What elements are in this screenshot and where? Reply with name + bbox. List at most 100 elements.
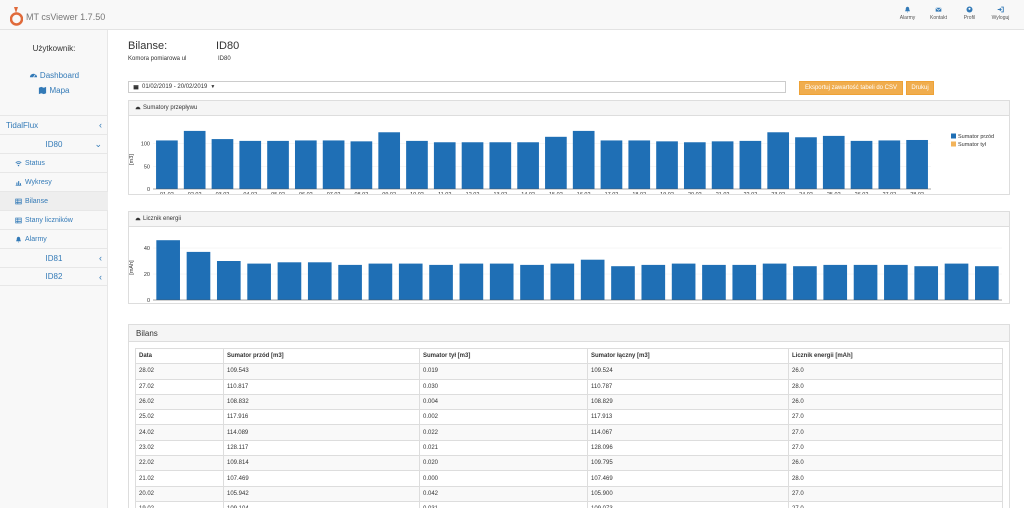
- logo-icon: [10, 7, 23, 26]
- envelope-icon: [935, 7, 942, 12]
- bar-series-25.02: [884, 264, 908, 300]
- sidebar-group-label: TidalFlux: [6, 120, 39, 130]
- balance-table: Data Sumator przód [m3] Sumator tył [m3]…: [135, 347, 1003, 508]
- sidebar-item-wykresy[interactable]: Wykresy: [0, 172, 108, 191]
- sidebar-device-id81[interactable]: ID81 ‹: [0, 248, 108, 267]
- x-tick-label: 20.02: [688, 192, 702, 194]
- sidebar-item-bilanse[interactable]: Bilanse: [0, 191, 108, 210]
- flow-chart-panel: Sumatory przepływu 050100[m3]01.0202.020…: [128, 100, 1010, 198]
- bar-series-27.02: [944, 263, 969, 300]
- sidebar-device-label: ID81: [45, 253, 63, 263]
- table-cell: 0.019: [419, 363, 588, 380]
- bell-icon: [905, 6, 910, 13]
- table-cell: 25.02: [135, 409, 224, 426]
- brand[interactable]: MT csViewer 1.7.50: [10, 6, 105, 26]
- sidebar-link-dashboard[interactable]: Dashboard: [0, 71, 108, 80]
- table-cell: 27.02: [135, 378, 224, 395]
- bar-sumator-przód-09.02: [378, 132, 401, 189]
- sidebar-link-map[interactable]: Mapa: [0, 86, 108, 95]
- column-header[interactable]: Sumator łączny [m3]: [587, 347, 789, 365]
- sidebar-item-label: Status: [25, 159, 45, 167]
- table-icon: [15, 217, 22, 223]
- x-tick-label: 24.02: [799, 192, 813, 194]
- nav-profile-label: Profil: [963, 15, 976, 21]
- table-cell: 108.832: [223, 393, 420, 411]
- table-cell: 26.02: [135, 393, 224, 411]
- nav-contact[interactable]: Kontakt: [923, 6, 954, 21]
- legend-label: Sumator przód: [958, 134, 994, 140]
- bar-series-14.02: [550, 263, 575, 300]
- x-tick-label: 17.02: [605, 192, 619, 194]
- sidebar-item-alarmy[interactable]: Alarmy: [0, 229, 108, 248]
- sidebar-link-map-label: Mapa: [49, 86, 70, 95]
- sidebar-group-tidalflux[interactable]: TidalFlux ‹: [0, 115, 108, 134]
- column-header[interactable]: Data: [135, 347, 224, 365]
- bar-sumator-przód-03.02: [211, 139, 234, 189]
- x-tick-label: 10.02: [410, 192, 424, 194]
- table-row: 27.02 110.817 0.030 110.787 28.0: [135, 378, 1003, 395]
- top-navbar: MT csViewer 1.7.50 Alarmy Kontakt Profil…: [0, 0, 1024, 30]
- table-cell: 117.916: [223, 409, 420, 426]
- bar-sumator-przód-12.02: [461, 142, 484, 189]
- nav-logout[interactable]: Wyloguj: [985, 6, 1016, 21]
- table-cell: 22.02: [135, 455, 224, 472]
- bar-series-20.02: [732, 264, 757, 300]
- x-tick-label: 08.02: [355, 192, 369, 194]
- sidebar-device-id82[interactable]: ID82 ‹: [0, 267, 108, 286]
- bar-sumator-przód-24.02: [795, 137, 817, 189]
- sidebar-device-id80[interactable]: ID80 ⌄: [0, 134, 108, 153]
- table-cell: 27.0: [788, 439, 1003, 457]
- table-cell: 109.543: [223, 363, 420, 380]
- table-cell: 128.117: [223, 439, 420, 457]
- x-tick-label: 02.02: [188, 192, 202, 194]
- table-row: 19.02109.1040.031109.07327.0: [135, 500, 1003, 508]
- user-icon: [966, 6, 973, 13]
- y-tick-label: 40: [144, 246, 150, 252]
- legend-swatch: [951, 133, 956, 139]
- column-header[interactable]: Sumator przód [m3]: [223, 347, 420, 365]
- table-cell: 0.030: [419, 378, 588, 395]
- bar-series-03.02: [216, 261, 241, 300]
- bar-series-15.02: [580, 259, 605, 300]
- sidebar: Użytkownik: Dashboard Mapa TidalFlux ‹ I…: [0, 30, 108, 508]
- sidebar-item-status[interactable]: Status: [0, 153, 108, 172]
- x-tick-label: 04.02: [243, 192, 257, 194]
- table-cell: 0.000: [419, 470, 588, 487]
- bar-sumator-przód-10.02: [406, 140, 428, 189]
- bar-series-24.02: [853, 264, 878, 300]
- table-cell: 114.089: [223, 424, 420, 441]
- print-button[interactable]: Drukuj: [906, 81, 934, 95]
- dashboard-icon: [135, 106, 141, 110]
- y-tick-label: 20: [144, 272, 150, 278]
- x-tick-label: 27.02: [882, 192, 896, 194]
- table-row: 25.02 117.916 0.002 117.913 27.0: [135, 409, 1003, 426]
- table-cell: 27.0: [788, 500, 1003, 508]
- nav-profile[interactable]: Profil: [954, 6, 985, 21]
- bar-series-28.02: [975, 266, 999, 300]
- sidebar-link-dashboard-label: Dashboard: [39, 71, 80, 80]
- sidebar-item-stany-licznikow[interactable]: Stany liczników: [0, 210, 108, 229]
- logout-icon: [997, 6, 1004, 13]
- bar-series-16.02: [611, 266, 635, 300]
- table-cell: 117.913: [587, 409, 789, 426]
- column-header[interactable]: Sumator tył [m3]: [419, 347, 588, 365]
- table-cell: 109.524: [587, 363, 789, 380]
- table-cell: 28.0: [788, 470, 1003, 487]
- nav-alarms[interactable]: Alarmy: [892, 6, 923, 21]
- date-range-picker[interactable]: 01/02/2019 - 20/02/2019 ▼: [128, 81, 786, 93]
- app-title: MT csViewer 1.7.50: [26, 12, 106, 22]
- bar-sumator-przód-27.02: [878, 140, 901, 189]
- export-csv-button[interactable]: Eksportuj zawartość tabeli do CSV: [799, 81, 903, 95]
- column-header[interactable]: Licznik energii [mAh]: [788, 347, 1003, 365]
- table-cell: 108.829: [587, 393, 789, 411]
- chevron-left-icon: ‹: [99, 120, 102, 130]
- table-row: 28.02 109.543 0.019 109.524 26.0: [135, 363, 1003, 380]
- table-cell: 107.469: [223, 470, 420, 487]
- table-cell: 27.0: [788, 424, 1003, 441]
- bar-sumator-przód-18.02: [628, 140, 651, 189]
- flow-chart-heading: Sumatory przepływu: [129, 101, 1009, 116]
- table-cell: 26.0: [788, 363, 1003, 380]
- flow-chart: 0 50 100 [m3] 01.02 02.02 03.02 04.02 05.02 06.02…: [129, 130, 994, 198]
- x-tick-label: 21.02: [716, 192, 730, 194]
- bar-sumator-przód-08.02: [350, 141, 373, 189]
